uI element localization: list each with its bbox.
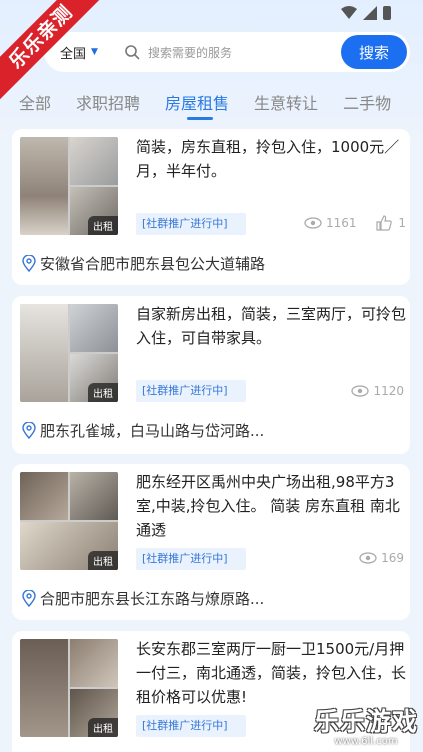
listing-location: 安徽省合肥市肥东县包公大道辅路 [22,253,265,274]
location-pin-icon [22,590,36,607]
view-count: 169 [359,551,404,565]
wifi-icon [341,6,357,19]
signal-icon [363,6,377,20]
search-bar[interactable]: 全国 ▼ 搜索需要的服务 搜索 [44,32,410,72]
like-count[interactable]: 1 [376,215,406,231]
listing-card[interactable]: 出租 简装，房东直租，拎包入住，1000元／月，半年付。 [社群推广进行中] 1… [12,129,410,285]
view-count: 1120 [351,384,404,398]
rent-tag: 出租 [88,383,118,402]
eye-icon [359,552,377,564]
rent-tag: 出租 [88,718,118,737]
listing-card[interactable]: 出租 肥东经开区禹州中央广场出租,98平方3室,中装,拎包入住。 简装 房东直租… [12,464,410,620]
eye-icon [304,217,322,229]
tab-business-transfer[interactable]: 生意转让 [254,90,318,120]
city-selector[interactable]: 全国 [60,43,86,62]
eye-icon [351,385,370,397]
category-tabs: 全部 求职招聘 房屋租售 生意转让 二手物 [0,90,416,120]
listing-card[interactable]: 出租 自家新房出租，简装，三室两厅，可拎包入住，可自带家具。 [社群推广进行中]… [12,296,410,454]
search-button[interactable]: 搜索 [341,35,407,69]
view-count: 1161 [304,216,357,230]
listing-title[interactable]: 简装，房东直租，拎包入住，1000元／月，半年付。 [136,135,406,183]
promo-badge: [社群推广进行中] [136,213,246,235]
tab-all[interactable]: 全部 [19,90,51,120]
caret-down-icon[interactable]: ▼ [91,47,98,57]
promo-badge: [社群推广进行中] [136,380,246,402]
listing-location: 合肥市肥东县长江东路与燎原路... [22,588,264,609]
thumbs-up-icon[interactable] [376,215,393,231]
watermark-logo: 乐乐游戏 www.6ll.com [313,707,418,747]
promo-badge: [社群推广进行中] [136,548,246,570]
listing-thumbnail[interactable]: 出租 [20,639,118,737]
listing-location: 肥东孔雀城，白马山路与岱河路... [22,420,264,441]
listing-title[interactable]: 自家新房出租，简装，三室两厅，可拎包入住，可自带家具。 [136,302,406,350]
tab-housing[interactable]: 房屋租售 [165,90,229,120]
listing-thumbnail[interactable]: 出租 [20,304,118,402]
listing-thumbnail[interactable]: 出租 [20,472,118,570]
listing-thumbnail[interactable]: 出租 [20,137,118,235]
listing-title[interactable]: 肥东经开区禹州中央广场出租,98平方3室,中装,拎包入住。 简装 房东直租 南北… [136,470,406,542]
rent-tag: 出租 [88,216,118,235]
promo-badge: [社群推广进行中] [136,715,246,737]
listing-title[interactable]: 长安东郡三室两厅一厨一卫1500元/月押一付三，南北通透，简装，拎包入住，长租价… [136,637,406,709]
location-pin-icon [22,422,36,439]
search-icon [125,45,140,60]
tab-jobs[interactable]: 求职招聘 [76,90,140,120]
tab-second-hand[interactable]: 二手物 [343,90,391,120]
battery-icon [383,6,391,20]
rent-tag: 出租 [88,551,118,570]
location-pin-icon [22,255,36,272]
